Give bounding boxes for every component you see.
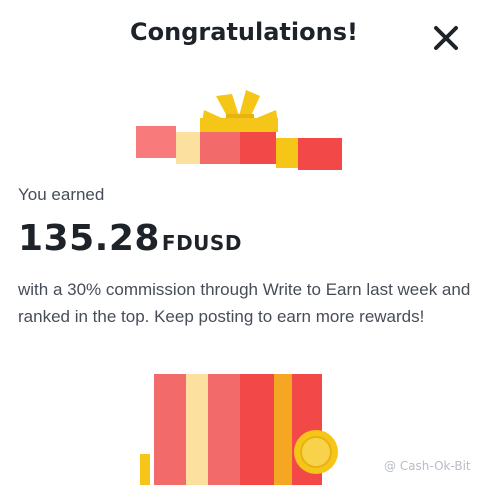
reward-amount: 135.28 FDUSD <box>18 218 242 259</box>
gift-box-icon <box>140 372 340 485</box>
watermark: @ Cash-Ok-Bit <box>384 459 471 473</box>
dialog-title: Congratulations! <box>130 18 358 46</box>
close-icon <box>434 26 458 50</box>
coin-icon <box>294 430 338 474</box>
currency-unit: FDUSD <box>161 231 242 255</box>
close-button[interactable] <box>430 22 462 54</box>
earned-label: You earned <box>18 185 105 204</box>
reward-description: with a 30% commission through Write to E… <box>18 280 471 326</box>
gift-lid-icon <box>136 88 342 172</box>
amount-value: 135.28 <box>18 218 160 259</box>
